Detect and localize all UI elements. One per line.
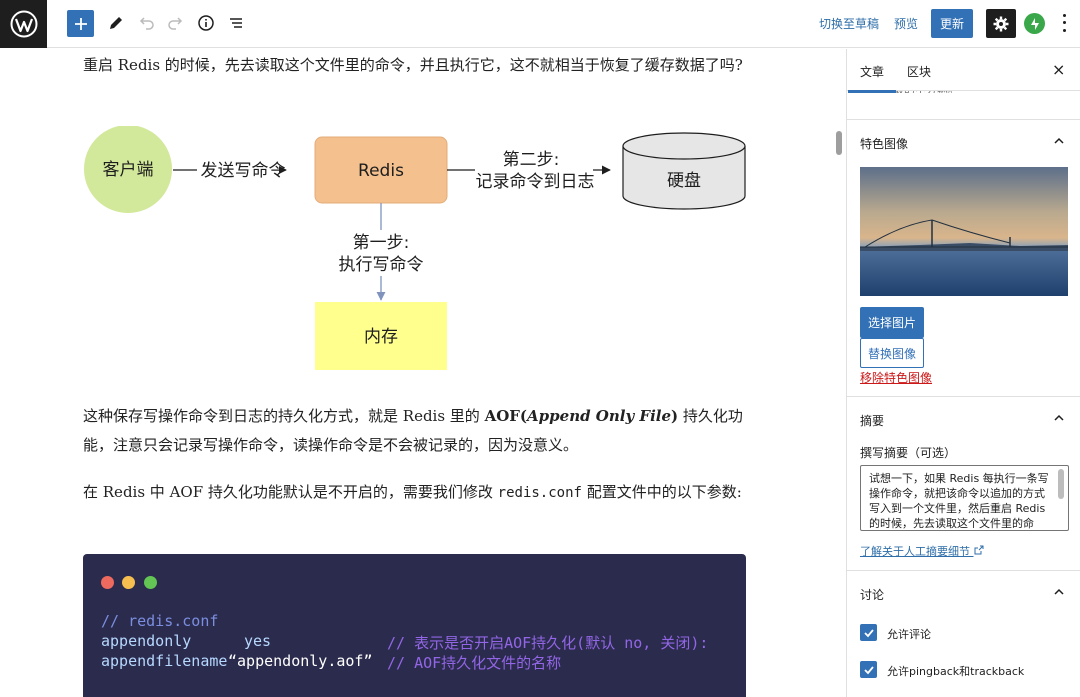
code-key: appendfilename bbox=[101, 652, 228, 670]
undo-button[interactable] bbox=[132, 8, 160, 38]
tab-post[interactable]: 文章 bbox=[847, 63, 897, 93]
tools-button[interactable] bbox=[102, 8, 130, 38]
code-line-1: appendonly yes // 表示是否开启AOF持久化(默认 no, 关闭): bbox=[101, 632, 708, 652]
bridge-photo bbox=[860, 167, 1068, 296]
chevron-up-icon bbox=[1054, 414, 1064, 421]
allow-pingbacks-checkbox[interactable] bbox=[860, 661, 877, 678]
more-dot bbox=[1062, 14, 1066, 18]
diagram-svg: 客户端 发送写命令 Redis 第二步: 记录命令到日志 硬盘 第一步: 执行写… bbox=[84, 125, 746, 370]
details-button[interactable] bbox=[192, 8, 220, 38]
featured-image-panel-header[interactable]: 特色图像 bbox=[847, 119, 1080, 163]
more-dot bbox=[1062, 21, 1066, 25]
send-command-label: 发送写命令 bbox=[201, 161, 286, 181]
list-view-button[interactable] bbox=[222, 8, 250, 38]
paragraph-block[interactable]: 重启 Redis 的时候，先去读取这个文件里的命令，并且执行它，这不就相当于恢复… bbox=[83, 51, 746, 80]
jetpack-button[interactable] bbox=[1024, 13, 1045, 34]
redis-label: Redis bbox=[358, 161, 404, 181]
preview-button[interactable]: 预览 bbox=[894, 15, 918, 32]
options-menu-button[interactable] bbox=[1058, 12, 1070, 34]
pencil-icon bbox=[110, 17, 122, 29]
redo-icon bbox=[168, 17, 183, 30]
step1-description: 执行写命令 bbox=[339, 255, 424, 275]
paragraph-block[interactable]: 这种保存写操作命令到日志的持久化方式，就是 Redis 里的 AOF(Appen… bbox=[83, 402, 746, 460]
chevron-up-icon bbox=[1054, 588, 1064, 595]
step2-title: 第二步: bbox=[503, 150, 560, 170]
code-comment: // AOF持久化文件的名称 bbox=[387, 654, 562, 672]
learn-excerpt-link[interactable]: 了解关于人工摘要细节 bbox=[860, 543, 984, 559]
jetpack-icon bbox=[1030, 17, 1039, 30]
panel-title: 特色图像 bbox=[860, 137, 909, 151]
inline-code: redis.conf bbox=[497, 485, 582, 501]
close-dot bbox=[101, 576, 114, 589]
plus-icon bbox=[74, 17, 87, 30]
aof-text: AOF( bbox=[484, 407, 528, 425]
paragraph-text: 配置文件中的以下参数: bbox=[581, 483, 742, 501]
editor-toolbar: 切换至草稿 预览 更新 bbox=[0, 0, 1080, 48]
editor-canvas: 重启 Redis 的时候，先去读取这个文件里的命令，并且执行它，这不就相当于恢复… bbox=[0, 49, 846, 697]
more-dot bbox=[1062, 28, 1066, 32]
step2-description: 记录命令到日志 bbox=[476, 172, 595, 192]
code-comment-line: // redis.conf bbox=[101, 612, 219, 630]
undo-icon bbox=[139, 17, 154, 30]
client-label: 客户端 bbox=[103, 160, 154, 180]
panel-title: 摘要 bbox=[860, 414, 885, 428]
append-only-file-text: Append Only File bbox=[527, 407, 672, 425]
code-value: “appendonly.aof” bbox=[228, 652, 373, 670]
bold-text: AOF(Append Only File) bbox=[485, 407, 679, 425]
learn-more-text: 了解关于人工摘要细节 bbox=[860, 545, 970, 558]
remove-featured-image-link[interactable]: 移除特色图像 bbox=[860, 369, 932, 386]
external-link-icon bbox=[974, 545, 983, 555]
excerpt-text: 试想一下，如果 Redis 每执行一条写操作命令，就把该命令以追加的方式写入到一… bbox=[869, 472, 1049, 530]
settings-button[interactable] bbox=[986, 9, 1016, 38]
step1-title: 第一步: bbox=[353, 233, 410, 253]
paragraph-text: 在 Redis 中 AOF 持久化功能默认是不开启的，需要我们修改 bbox=[83, 483, 498, 501]
redo-button[interactable] bbox=[162, 8, 190, 38]
maximize-dot bbox=[144, 576, 157, 589]
info-icon bbox=[198, 15, 214, 31]
tab-block[interactable]: 区块 bbox=[907, 63, 931, 80]
code-block-image[interactable]: // redis.conf appendonly yes // 表示是否开启AOF持… bbox=[83, 554, 746, 697]
switch-to-draft-button[interactable]: 切换至草稿 bbox=[819, 15, 879, 32]
check-icon bbox=[863, 665, 874, 674]
allow-pingbacks-label[interactable]: 允许pingback和trackback bbox=[887, 663, 1024, 679]
disk-top bbox=[622, 132, 746, 160]
excerpt-textarea[interactable]: 试想一下，如果 Redis 每执行一条写操作命令，就把该命令以追加的方式写入到一… bbox=[860, 465, 1069, 531]
replace-image-button[interactable]: 替换图像 bbox=[860, 338, 924, 368]
list-view-icon bbox=[230, 18, 242, 28]
memory-label: 内存 bbox=[364, 327, 398, 347]
aof-diagram-image[interactable]: 客户端 发送写命令 Redis 第二步: 记录命令到日志 硬盘 第一步: 执行写… bbox=[83, 125, 746, 370]
excerpt-panel-header[interactable]: 摘要 bbox=[847, 396, 1080, 440]
excerpt-label: 撰写摘要（可选） bbox=[860, 446, 957, 460]
add-block-button[interactable] bbox=[67, 10, 94, 37]
minimize-dot bbox=[122, 576, 135, 589]
sidebar-tabs: 文章 区块 × bbox=[847, 49, 1080, 93]
code-key: appendonly bbox=[101, 632, 192, 650]
wordpress-logo-button[interactable] bbox=[0, 0, 47, 48]
chevron-up-icon bbox=[1054, 137, 1064, 144]
settings-sidebar: 用途等最的中分辆。 文章 区块 × 特色图像 bbox=[846, 49, 1080, 697]
code-comment: // 表示是否开启AOF持久化(默认 no, 关闭): bbox=[387, 634, 709, 652]
code-value: yes bbox=[244, 632, 272, 650]
gear-icon bbox=[993, 16, 1009, 31]
textarea-scrollbar[interactable] bbox=[1058, 469, 1064, 499]
editor-scrollbar[interactable] bbox=[836, 131, 842, 155]
paragraph-text: 这种保存写操作命令到日志的持久化方式，就是 Redis 里的 bbox=[83, 407, 485, 425]
paragraph-block[interactable]: 在 Redis 中 AOF 持久化功能默认是不开启的，需要我们修改 redis.… bbox=[83, 478, 746, 508]
allow-comments-checkbox[interactable] bbox=[860, 624, 877, 641]
check-icon bbox=[863, 628, 874, 637]
wordpress-icon bbox=[10, 10, 37, 38]
disk-label: 硬盘 bbox=[667, 171, 701, 191]
featured-image-thumbnail[interactable] bbox=[860, 167, 1068, 296]
close-sidebar-button[interactable]: × bbox=[1052, 60, 1065, 79]
allow-comments-label[interactable]: 允许评论 bbox=[887, 626, 931, 642]
code-line-2: appendfilename “appendonly.aof” // AOF持久化文… bbox=[101, 652, 561, 672]
panel-title: 讨论 bbox=[860, 588, 885, 602]
update-button[interactable]: 更新 bbox=[931, 9, 973, 38]
select-image-button[interactable]: 选择图片 bbox=[860, 307, 924, 338]
discussion-panel-header[interactable]: 讨论 bbox=[847, 570, 1080, 614]
